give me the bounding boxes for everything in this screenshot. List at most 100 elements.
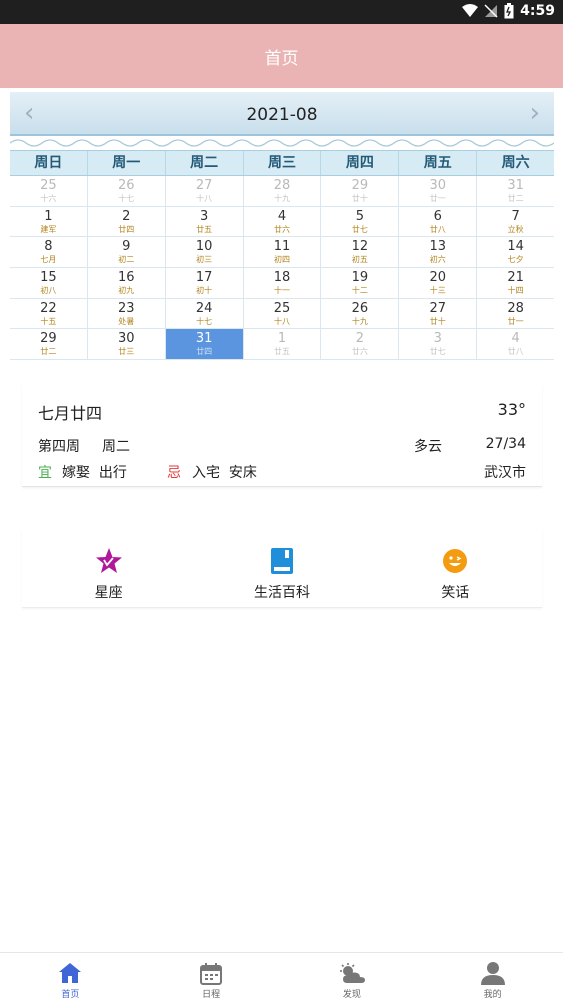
calendar-day[interactable]: 28 廿一: [477, 299, 554, 329]
calendar-day[interactable]: 19 十二: [321, 268, 400, 298]
lunar-day: 七夕: [507, 255, 524, 265]
day-number: 18: [273, 270, 291, 286]
shortcut-label: 星座: [94, 585, 123, 601]
ji-tag: 忌: [167, 465, 181, 481]
calendar-day-selected[interactable]: 31 廿四: [165, 329, 244, 360]
calendar-day[interactable]: 20 十三: [399, 268, 478, 298]
chevron-right-icon[interactable]: ›: [530, 98, 540, 128]
day-number: 31: [195, 331, 213, 347]
day-number: 14: [507, 239, 524, 255]
calendar-day[interactable]: 25 十八: [244, 298, 322, 329]
lunar-day: 十六: [40, 194, 57, 203]
calendar-day[interactable]: 24 十七: [166, 298, 244, 329]
calendar-day[interactable]: 26 十七: [88, 176, 166, 206]
calendar-day[interactable]: 8 七月: [10, 237, 88, 268]
calendar-day[interactable]: 26 十九: [321, 298, 400, 329]
calendar-header: ‹ 2021-08 ›: [10, 92, 554, 136]
lunar-day: 十二: [351, 286, 368, 296]
calendar-day[interactable]: 12 初五: [321, 237, 400, 268]
lunar-day: 初八: [40, 286, 57, 296]
calendar-day[interactable]: 22 十五: [10, 298, 88, 329]
lunar-day: 初九: [118, 286, 135, 296]
day-number: 2: [122, 208, 131, 224]
tab-home[interactable]: 首页: [0, 953, 141, 1000]
day-number: 24: [195, 300, 213, 316]
day-number: 22: [40, 300, 57, 316]
weekday-label: 周二: [166, 151, 244, 175]
lunar-day: 廿八: [429, 224, 446, 234]
shortcuts: 星座 生活百科 笑话: [22, 530, 542, 608]
calendar-day[interactable]: 13 初六: [399, 237, 478, 268]
yi-tag: 宜: [38, 465, 52, 481]
calendar-day[interactable]: 2 廿六: [321, 329, 400, 360]
calendar-day[interactable]: 11 初四: [244, 237, 322, 268]
calendar-day[interactable]: 28 十九: [244, 176, 322, 206]
lunar-day: 廿二: [507, 194, 524, 203]
calendar-day[interactable]: 31 廿二: [477, 176, 554, 206]
day-number: 29: [351, 178, 369, 193]
temp-range: 27/34: [485, 436, 526, 452]
day-number: 19: [351, 270, 369, 286]
day-number: 4: [277, 208, 287, 224]
ji-items: 入宅 安床: [192, 465, 257, 481]
calendar-day[interactable]: 21 十四: [477, 268, 554, 298]
day-number: 30: [118, 331, 135, 347]
calendar-day[interactable]: 1 建军: [10, 206, 88, 237]
lunar-day: 十四: [507, 286, 524, 296]
day-number: 29: [40, 331, 57, 347]
calendar-day[interactable]: 1 廿五: [244, 329, 322, 360]
weekday-label: 周六: [501, 155, 530, 171]
calendar-month: 2021-08: [246, 105, 318, 125]
tab-label: 发现: [342, 990, 361, 1000]
shortcut-horoscope[interactable]: 星座: [22, 530, 195, 607]
calendar-day[interactable]: 3 廿七: [399, 329, 478, 360]
person-icon: [480, 962, 505, 985]
calendar-day[interactable]: 4 廿八: [477, 329, 554, 359]
lunar-day: 初四: [274, 255, 290, 265]
calendar-day[interactable]: 9 初二: [88, 237, 166, 268]
calendar-day[interactable]: 29 廿二: [10, 329, 88, 360]
calendar-day[interactable]: 30 廿一: [399, 176, 478, 206]
tab-schedule[interactable]: 日程: [141, 953, 282, 1000]
calendar-day[interactable]: 18 十一: [244, 268, 322, 298]
calendar-week-row: 8 七月 9 初二 10 初三 11 初四 12 初五 13 初六 14 七夕: [10, 237, 554, 269]
calendar-day[interactable]: 6 廿八: [399, 206, 478, 237]
calendar-day[interactable]: 27 廿十: [399, 298, 478, 329]
calendar-day[interactable]: 15 初八: [10, 268, 88, 298]
shortcut-jokes[interactable]: 笑话: [369, 530, 542, 607]
calendar-day[interactable]: 16 初九: [88, 268, 166, 298]
lunar-day: 初三: [196, 255, 213, 265]
calendar-day[interactable]: 7 立秋: [477, 207, 554, 237]
lunar-day: 廿四: [118, 224, 135, 234]
calendar-day[interactable]: 17 初十: [166, 268, 244, 298]
day-number: 1: [44, 208, 53, 224]
calendar-day[interactable]: 30 廿三: [88, 329, 166, 360]
weekday-label: 周一: [88, 151, 166, 175]
day-number: 16: [118, 270, 135, 286]
calendar-day[interactable]: 5 廿七: [321, 206, 400, 237]
shortcut-encyclopedia[interactable]: 生活百科: [195, 530, 368, 607]
day-number: 21: [507, 270, 524, 286]
day-number: 25: [40, 178, 57, 193]
calendar-day[interactable]: 25 十六: [10, 176, 88, 206]
calendar-day[interactable]: 29 廿十: [321, 176, 400, 206]
calendar-day[interactable]: 2 廿四: [88, 206, 166, 237]
day-number: 28: [507, 300, 524, 316]
tab-profile[interactable]: 我的: [422, 953, 563, 1000]
calendar-day[interactable]: 27 十八: [166, 176, 244, 206]
calendar-day[interactable]: 3 廿五: [166, 206, 244, 237]
calendar-day[interactable]: 14 七夕: [477, 237, 554, 267]
lunar-day: 十七: [118, 194, 135, 203]
calendar-week-row: 15 初八 16 初九 17 初十 18 十一 19 十二 20 十三 21 十四: [10, 268, 554, 299]
day-number: 31: [507, 178, 524, 193]
tab-label: 首页: [61, 990, 80, 1000]
calendar-day[interactable]: 23 处暑: [88, 298, 166, 329]
tab-label: 日程: [202, 990, 221, 1000]
calendar-day[interactable]: 10 初三: [166, 237, 244, 268]
weekday-header: 周日 周一 周二 周三 周四 周五 周六: [10, 150, 554, 176]
day-number: 4: [511, 331, 520, 347]
day-number: 9: [122, 239, 131, 255]
tab-discover[interactable]: 发现: [282, 953, 423, 1000]
calendar-day[interactable]: 4 廿六: [244, 206, 322, 237]
day-number: 7: [511, 208, 520, 224]
